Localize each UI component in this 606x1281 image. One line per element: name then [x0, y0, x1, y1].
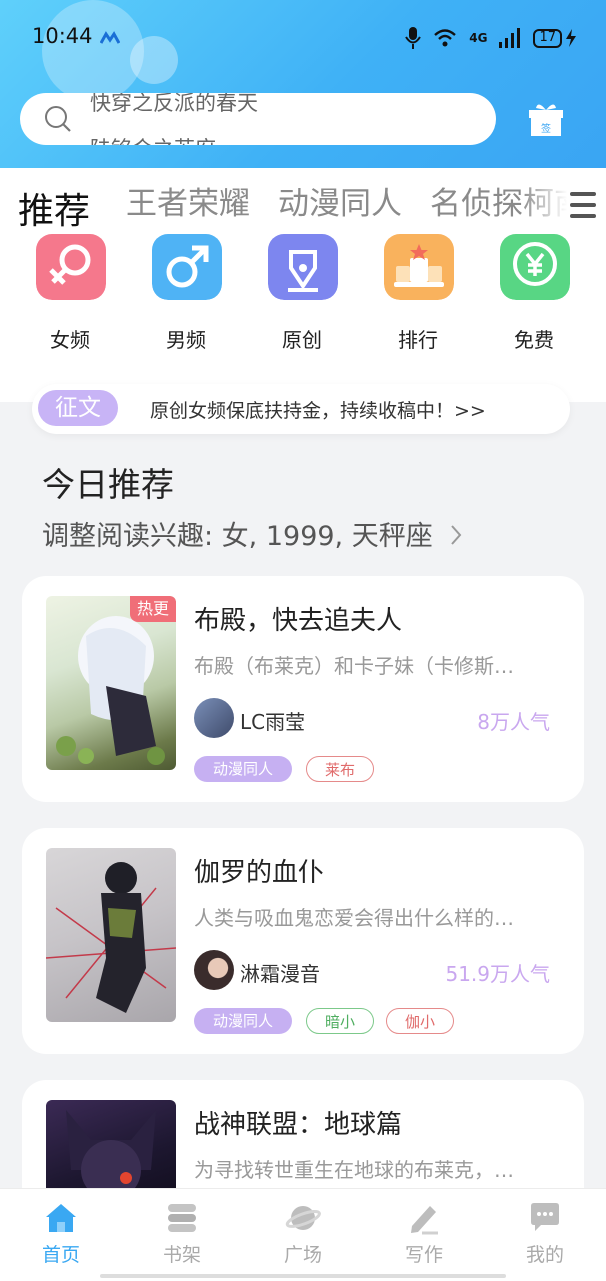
pen-icon: [411, 1206, 438, 1235]
nav-write[interactable]: 写作: [369, 1196, 479, 1276]
cover-illustration: [56, 616, 165, 765]
chevron-right-icon: [451, 525, 462, 545]
book-description: 布殿（布莱克）和卡子妹（卡修斯…: [194, 654, 514, 678]
svg-text:签: 签: [541, 122, 551, 135]
home-icon: [46, 1204, 76, 1232]
tab-honor-of-kings[interactable]: 王者荣耀: [126, 178, 250, 223]
category-ranking[interactable]: 排行: [368, 234, 468, 354]
category-original[interactable]: 原创: [252, 234, 352, 354]
cover-illustration: [66, 1110, 156, 1200]
book-tag[interactable]: 动漫同人: [194, 1008, 292, 1034]
wifi-icon: [434, 29, 457, 47]
search-hint-current: 快穿之反派的春天: [90, 93, 258, 115]
reading-interest-link[interactable]: 调整阅读兴趣: 女, 1999, 天秤座: [42, 514, 463, 553]
nav-label: 我的: [525, 1244, 564, 1266]
category-male[interactable]: 男频: [136, 234, 236, 354]
section-title: 今日推荐: [42, 465, 174, 504]
podium-icon: [384, 234, 454, 300]
contest-banner-text[interactable]: 原创女频保底扶持金，持续收稿中！>>: [150, 396, 486, 423]
book-tag[interactable]: 莱布: [306, 756, 374, 782]
tab-anime-fanfic[interactable]: 动漫同人: [278, 178, 402, 223]
book-cover[interactable]: [46, 1100, 176, 1200]
book-title[interactable]: 伽罗的血仆: [194, 852, 324, 889]
gesture-bar: [100, 1274, 506, 1278]
nav-label: 书架: [162, 1244, 201, 1266]
nav-label: 首页: [41, 1244, 80, 1266]
category-label: 原创: [282, 328, 322, 352]
status-icons: 4G 17: [405, 24, 576, 52]
book-tag[interactable]: 动漫同人: [194, 756, 292, 782]
book-cover[interactable]: 热更: [46, 596, 176, 770]
female-icon: [36, 234, 106, 300]
bookshelf-icon: [168, 1204, 196, 1232]
nav-label: 写作: [404, 1244, 443, 1266]
book-tag[interactable]: 伽小: [386, 1008, 454, 1034]
yuen-coin-icon: [500, 234, 570, 300]
popularity: 8万人气: [477, 710, 550, 734]
cover-illustration: [46, 862, 176, 1013]
reading-interest-text: 调整阅读兴趣: 女, 1999, 天秤座: [42, 521, 433, 552]
signal-icon: [499, 28, 521, 48]
nav-home[interactable]: 首页: [6, 1196, 116, 1276]
author-avatar[interactable]: [194, 698, 234, 738]
status-time: 10:44: [32, 24, 93, 48]
category-label: 排行: [398, 328, 438, 352]
check-in-gift-icon[interactable]: 签: [528, 102, 564, 138]
category-label: 免费: [514, 328, 554, 352]
book-description: 为寻找转世重生在地球的布莱克，…: [194, 1158, 514, 1182]
search-icon: [45, 106, 71, 132]
book-tag[interactable]: 暗小: [306, 1008, 374, 1034]
search-bar[interactable]: 快穿之反派的春天 陆铭会之苏府: [20, 93, 496, 145]
battery-indicator: 17: [533, 28, 562, 48]
nav-bookshelf[interactable]: 书架: [127, 1196, 237, 1276]
network-type: 4G: [469, 31, 488, 45]
pen-nib-icon: [268, 234, 338, 300]
decor-bubble: [130, 36, 178, 84]
decor-bubble: [42, 0, 144, 102]
microphone-icon: [405, 27, 422, 49]
cloud-sync-icon: [100, 31, 120, 44]
planet-icon: [285, 1206, 321, 1230]
category-label: 男频: [166, 328, 206, 352]
menu-icon[interactable]: [566, 188, 600, 222]
book-description: 人类与吸血鬼恋爱会得出什么样的…: [194, 906, 514, 930]
popularity: 51.9万人气: [445, 962, 550, 986]
search-hint-next: 陆铭会之苏府: [90, 133, 216, 145]
tab-recommend[interactable]: 推荐: [18, 182, 90, 234]
book-title[interactable]: 战神联盟：地球篇: [194, 1104, 402, 1141]
nav-plaza[interactable]: 广场: [248, 1196, 358, 1276]
contest-tag: 征文: [38, 390, 118, 426]
hot-update-badge: 热更: [130, 596, 176, 622]
nav-label: 广场: [283, 1244, 322, 1266]
book-cover[interactable]: [46, 848, 176, 1022]
category-label: 女频: [50, 328, 90, 352]
chat-bubble-icon: [531, 1203, 559, 1231]
nav-me[interactable]: 我的: [490, 1196, 600, 1276]
category-free[interactable]: 免费: [484, 234, 584, 354]
author-name[interactable]: LC雨莹: [240, 706, 305, 735]
charging-icon: [566, 29, 576, 47]
author-name[interactable]: 淋霜漫音: [240, 958, 320, 987]
male-icon: [152, 234, 222, 300]
author-avatar[interactable]: [194, 950, 234, 990]
category-female[interactable]: 女频: [20, 234, 120, 354]
book-title[interactable]: 布殿，快去追夫人: [194, 600, 402, 637]
